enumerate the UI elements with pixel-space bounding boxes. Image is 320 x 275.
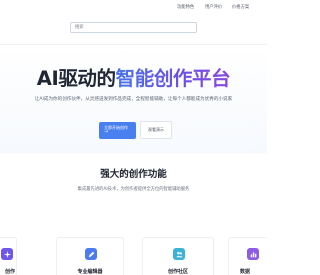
people-icon (173, 248, 185, 260)
sparkle-icon (1, 248, 13, 260)
feature-card-creation[interactable]: 创作 (0, 237, 17, 275)
landing-page: 功能特色 用户评价 价格方案 AI驱动的智能创作平台 让AI成为你的创作伙伴，从… (0, 0, 267, 275)
arrow-right-icon: → (104, 129, 109, 135)
feature-card-data[interactable]: 数据 (228, 237, 267, 275)
pen-icon (85, 248, 97, 260)
search-bar[interactable] (70, 22, 197, 33)
feature-card-title: 创作社区 (167, 269, 188, 275)
start-creating-button[interactable]: 立即开始创作 → (99, 122, 136, 139)
hero-title: AI驱动的智能创作平台 (0, 67, 267, 91)
watch-demo-button[interactable]: 观看演示 (140, 121, 172, 139)
features-title: 强大的创作功能 (100, 169, 167, 180)
feature-card-title: 专业编辑器 (77, 269, 103, 275)
nav-link-pricing[interactable]: 价格方案 (232, 5, 249, 11)
feature-card-community[interactable]: 创作社区 (142, 237, 214, 275)
search-input[interactable] (75, 23, 196, 32)
nav-link-reviews[interactable]: 用户评价 (205, 5, 222, 11)
feature-card-editor[interactable]: 专业编辑器 (56, 237, 124, 275)
top-nav: 功能特色 用户评价 价格方案 (0, 5, 267, 17)
feature-card-title: 数据 (240, 269, 251, 275)
hero-title-plain: AI驱动的 (36, 67, 116, 90)
features-subtitle: 集成最先进的AI技术，为创作者提供全方位的智能辅助服务 (77, 187, 190, 192)
feature-card-title: 创作 (4, 269, 15, 275)
hero-title-highlight: 智能创作平台 (115, 67, 231, 90)
nav-link-features[interactable]: 功能特色 (177, 5, 194, 11)
hero-subtitle: 让AI成为你的创作伙伴，从灵感迸发到作品完成，全程智能辅助，让每个人都能成为优秀… (34, 97, 233, 102)
chart-icon (247, 248, 259, 260)
